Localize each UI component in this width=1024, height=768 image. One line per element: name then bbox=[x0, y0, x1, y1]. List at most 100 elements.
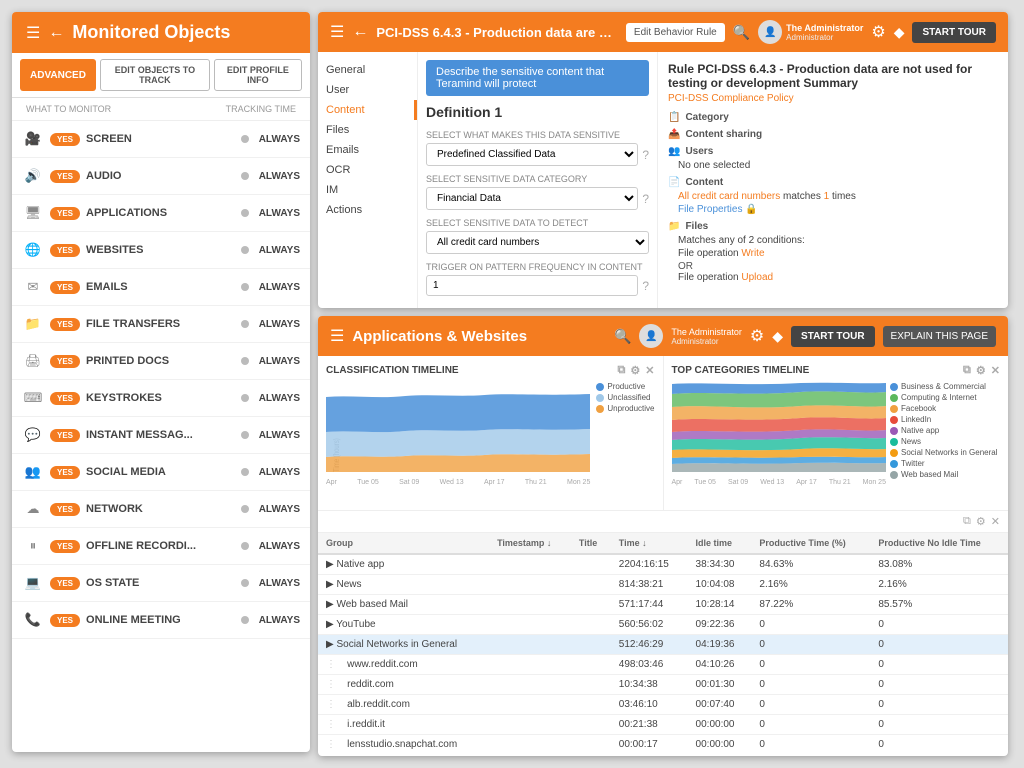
monitor-label: AUDIO bbox=[86, 170, 235, 182]
cell-idle: 00:00:00 bbox=[688, 735, 752, 754]
classification-chart-area: Time (hours) AprTue 05Sat 09Wed 13Apr 17… bbox=[326, 382, 590, 486]
col-prod-no-idle[interactable]: Productive No Idle Time bbox=[870, 533, 1008, 554]
monitor-label: INSTANT MESSAG... bbox=[86, 429, 235, 441]
dot-gray bbox=[241, 505, 249, 513]
tab-advanced[interactable]: ADVANCED bbox=[20, 59, 96, 91]
help-icon-2[interactable]: ? bbox=[642, 192, 649, 206]
col-title[interactable]: Title bbox=[571, 533, 611, 554]
expand-btn[interactable]: ▶ bbox=[326, 599, 334, 610]
menu-icon[interactable]: ☰ bbox=[26, 23, 40, 43]
table-row: ▶ Web based Mail 571:17:44 10:28:14 87.2… bbox=[318, 595, 1008, 615]
nav-user[interactable]: User bbox=[318, 80, 417, 100]
toggle-yes[interactable]: YES bbox=[50, 429, 80, 442]
cell-title bbox=[571, 715, 611, 735]
toggle-yes[interactable]: YES bbox=[50, 133, 80, 146]
field-detect: All credit card numbers bbox=[426, 231, 649, 254]
table-wrapper: Group Timestamp ↓ Title Time ↓ Idle time… bbox=[318, 533, 1008, 753]
pci-menu-icon[interactable]: ☰ bbox=[330, 22, 344, 42]
tab-edit-objects[interactable]: EDIT OBJECTS TO TRACK bbox=[100, 59, 210, 91]
toggle-yes[interactable]: YES bbox=[50, 318, 80, 331]
explain-button[interactable]: EXPLAIN THIS PAGE bbox=[883, 326, 996, 347]
toggle-yes[interactable]: YES bbox=[50, 577, 80, 590]
expand-btn[interactable]: ▶ bbox=[326, 639, 334, 650]
monitor-label: PRINTED DOCS bbox=[86, 355, 235, 367]
toggle-yes[interactable]: YES bbox=[50, 244, 80, 257]
sensitive-select[interactable]: Predefined Classified Data bbox=[426, 143, 638, 166]
help-icon-3[interactable]: ? bbox=[642, 279, 649, 293]
gear-icon-cat[interactable]: ⚙ bbox=[976, 364, 986, 377]
gear-icon[interactable]: ⚙ bbox=[871, 22, 885, 42]
expand-btn[interactable]: ▶ bbox=[326, 619, 334, 630]
start-tour-button[interactable]: START TOUR bbox=[912, 22, 996, 43]
col-productive[interactable]: Productive Time (%) bbox=[751, 533, 870, 554]
panel-header: ☰ ← Monitored Objects bbox=[12, 12, 310, 53]
nav-actions[interactable]: Actions bbox=[318, 200, 417, 220]
top-categories-area: AprTue 05Sat 09Wed 13Apr 17Thu 21Mon 25 bbox=[672, 382, 887, 486]
table-row: ⋮ lensstudio.snapchat.com 00:00:17 00:00… bbox=[318, 735, 1008, 754]
close-icon-cat[interactable]: ✕ bbox=[991, 364, 1000, 377]
toggle-yes[interactable]: YES bbox=[50, 355, 80, 368]
top-categories-content: AprTue 05Sat 09Wed 13Apr 17Thu 21Mon 25 … bbox=[672, 382, 1001, 486]
toggle-yes[interactable]: YES bbox=[50, 540, 80, 553]
toolbar-gear-icon[interactable]: ⚙ bbox=[976, 515, 986, 528]
table-row: ▶ News 814:38:21 10:04:08 2.16% 2.16% bbox=[318, 575, 1008, 595]
cell-time: 00:21:38 bbox=[611, 715, 688, 735]
monitor-icon: ✉ bbox=[22, 276, 44, 298]
toggle-yes[interactable]: YES bbox=[50, 207, 80, 220]
monitor-list: 🎥 YES SCREEN ALWAYS 🔊 YES AUDIO ALWAYS 🖥… bbox=[12, 121, 310, 751]
nav-emails[interactable]: Emails bbox=[318, 140, 417, 160]
toggle-yes[interactable]: YES bbox=[50, 281, 80, 294]
toggle-yes[interactable]: YES bbox=[50, 614, 80, 627]
copy-icon-cat[interactable]: ⧉ bbox=[963, 364, 971, 377]
col-group[interactable]: Group bbox=[318, 533, 489, 554]
apps-header-actions: 🔍 👤 The Administrator Administrator ⚙ ◆ … bbox=[614, 324, 996, 348]
toggle-yes[interactable]: YES bbox=[50, 170, 80, 183]
detect-select[interactable]: All credit card numbers bbox=[426, 231, 649, 254]
toggle-yes[interactable]: YES bbox=[50, 503, 80, 516]
toolbar-close-icon[interactable]: ✕ bbox=[991, 515, 1000, 528]
always-label: ALWAYS bbox=[255, 615, 300, 626]
apps-menu-icon[interactable]: ☰ bbox=[330, 326, 344, 346]
monitor-icon: 🌐 bbox=[22, 239, 44, 261]
cell-time: 2204:16:15 bbox=[611, 554, 688, 575]
admin-name: The Administrator bbox=[786, 23, 863, 33]
col-idle[interactable]: Idle time bbox=[688, 533, 752, 554]
cell-time: 512:46:29 bbox=[611, 635, 688, 655]
nav-general[interactable]: General bbox=[318, 60, 417, 80]
back-icon[interactable]: ← bbox=[48, 24, 64, 42]
col-time[interactable]: Time ↓ bbox=[611, 533, 688, 554]
copy-icon[interactable]: ⧉ bbox=[618, 364, 626, 377]
cell-idle: 09:22:36 bbox=[688, 615, 752, 635]
charts-row: CLASSIFICATION TIMELINE ⧉ ⚙ ✕ Time (hour… bbox=[318, 356, 1008, 511]
apps-diamond-icon[interactable]: ◆ bbox=[772, 328, 783, 345]
toggle-yes[interactable]: YES bbox=[50, 466, 80, 479]
toggle-yes[interactable]: YES bbox=[50, 392, 80, 405]
close-icon-chart[interactable]: ✕ bbox=[645, 364, 654, 377]
nav-content[interactable]: Content bbox=[318, 100, 417, 120]
cell-group: ⋮ lensstudio.snapchat.com bbox=[318, 735, 489, 754]
rule-section-files: 📁Files Matches any of 2 conditions: File… bbox=[668, 221, 998, 283]
expand-btn[interactable]: ▶ bbox=[326, 579, 334, 590]
nav-files[interactable]: Files bbox=[318, 120, 417, 140]
toolbar-copy-icon[interactable]: ⧉ bbox=[963, 515, 971, 528]
dot-gray bbox=[241, 468, 249, 476]
tab-edit-profile[interactable]: EDIT PROFILE INFO bbox=[214, 59, 302, 91]
nav-im[interactable]: IM bbox=[318, 180, 417, 200]
pci-back-icon[interactable]: ← bbox=[352, 23, 368, 41]
cell-title bbox=[571, 735, 611, 754]
diamond-icon[interactable]: ◆ bbox=[894, 24, 905, 41]
help-icon-1[interactable]: ? bbox=[642, 148, 649, 162]
cell-productive: 87.22% bbox=[751, 595, 870, 615]
col-timestamp[interactable]: Timestamp ↓ bbox=[489, 533, 571, 554]
apps-start-tour-button[interactable]: START TOUR bbox=[791, 326, 875, 347]
apps-search-icon[interactable]: 🔍 bbox=[614, 328, 631, 345]
trigger-input[interactable] bbox=[426, 275, 638, 296]
classification-x-labels: AprTue 05Sat 09Wed 13Apr 17Thu 21Mon 25 bbox=[326, 479, 590, 486]
expand-btn[interactable]: ▶ bbox=[326, 559, 334, 570]
search-icon[interactable]: 🔍 bbox=[733, 24, 750, 41]
gear-icon-chart[interactable]: ⚙ bbox=[630, 364, 640, 377]
nav-ocr[interactable]: OCR bbox=[318, 160, 417, 180]
apps-gear-icon[interactable]: ⚙ bbox=[750, 326, 764, 346]
category-select[interactable]: Financial Data bbox=[426, 187, 638, 210]
edit-rule-button[interactable]: Edit Behavior Rule bbox=[626, 23, 725, 42]
